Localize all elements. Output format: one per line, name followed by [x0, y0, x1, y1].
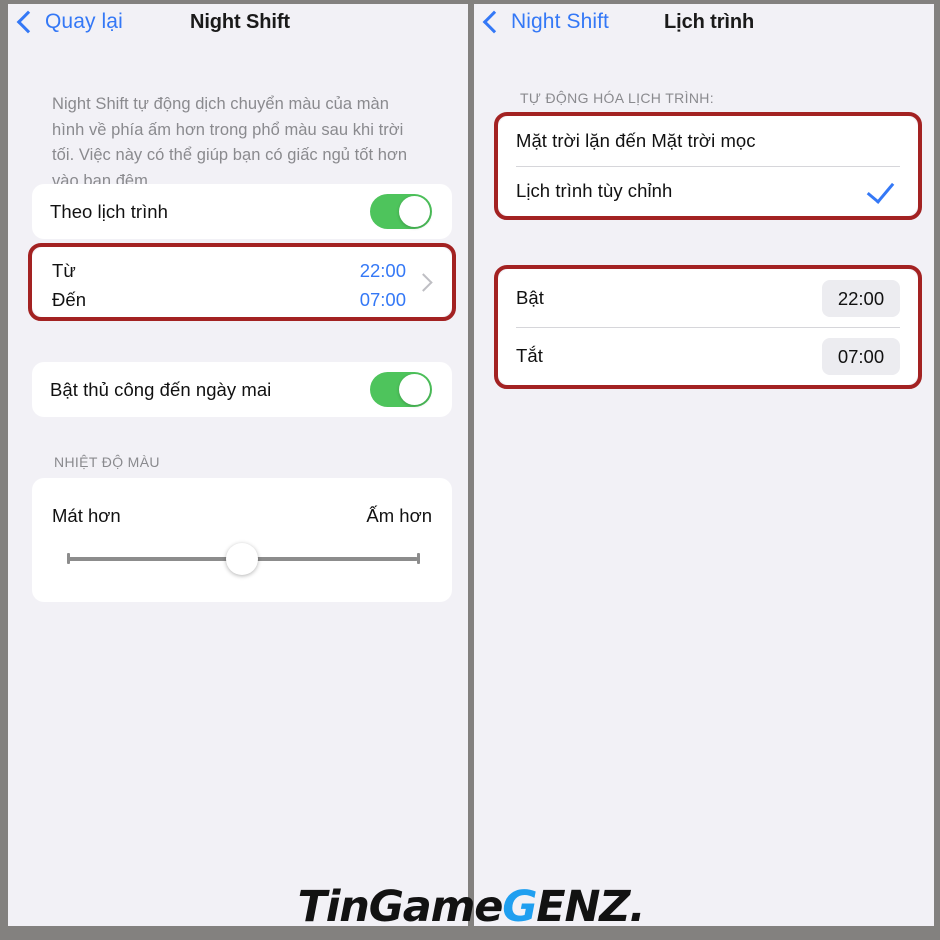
from-time-value[interactable]: 22:00 — [296, 260, 406, 282]
manual-toggle-card: Bật thủ công đến ngày mai — [32, 362, 452, 417]
schedule-on-label: Bật — [516, 287, 544, 308]
schedule-off-time-badge[interactable]: 07:00 — [822, 338, 900, 375]
outer-frame: Quay lại Night Shift Night Shift tự động… — [0, 0, 940, 940]
watermark-part-g: G — [502, 882, 537, 926]
manual-toggle-switch[interactable] — [370, 372, 432, 407]
screenshot-canvas: Quay lại Night Shift Night Shift tự động… — [8, 4, 934, 926]
left-navigation-bar: Quay lại Night Shift — [8, 4, 468, 50]
chevron-right-icon — [414, 273, 433, 292]
scheduled-toggle-card: Theo lịch trình — [32, 184, 452, 239]
cooler-label: Mát hơn — [52, 505, 121, 526]
back-button-label: Night Shift — [511, 10, 609, 33]
schedule-on-time-badge[interactable]: 22:00 — [822, 280, 900, 317]
option-sunset-to-sunrise[interactable]: Mặt trời lặn đến Mặt trời mọc — [498, 116, 918, 166]
color-temperature-card: Mát hơn Ấm hơn — [32, 478, 452, 602]
from-label: Từ — [52, 260, 76, 281]
slider-track-cap-left — [67, 553, 70, 564]
watermark-part-enz: ENZ. — [536, 882, 645, 926]
option-sunset-to-sunrise-label: Mặt trời lặn đến Mặt trời mọc — [516, 130, 756, 151]
night-shift-description: Night Shift tự động dịch chuyển màu của … — [52, 95, 408, 190]
from-to-time-card[interactable]: Từ 22:00 Đến 07:00 — [32, 247, 452, 317]
option-custom-schedule-label: Lịch trình tùy chỉnh — [516, 180, 673, 201]
page-title-night-shift: Night Shift — [190, 11, 290, 33]
automation-options-card: Mặt trời lặn đến Mặt trời mọc Lịch trình… — [498, 116, 918, 216]
schedule-settings-panel: Night Shift Lịch trình TỰ ĐỘNG HÓA LỊCH … — [474, 4, 934, 926]
toggle-knob — [399, 196, 430, 227]
slider-track-cap-right — [417, 553, 420, 564]
scheduled-toggle-switch[interactable] — [370, 194, 432, 229]
chevron-left-icon — [482, 10, 506, 34]
color-temperature-group-header: NHIỆT ĐỘ MÀU — [54, 454, 160, 470]
schedule-off-label: Tắt — [516, 345, 543, 366]
warmer-label: Ấm hơn — [366, 505, 432, 526]
scheduled-label: Theo lịch trình — [50, 200, 168, 222]
manual-label: Bật thủ công đến ngày mai — [50, 378, 272, 400]
back-button-quay-lai[interactable]: Quay lại — [16, 10, 123, 34]
automation-group-header: TỰ ĐỘNG HÓA LỊCH TRÌNH: — [520, 90, 714, 106]
watermark-part-tingame: TinGame — [297, 882, 504, 926]
right-navigation-bar: Night Shift Lịch trình — [474, 4, 934, 50]
watermark-logo: TinGameGENZ. — [8, 882, 934, 926]
to-label: Đến — [52, 289, 87, 310]
to-time-value[interactable]: 07:00 — [296, 289, 406, 311]
night-shift-settings-panel: Quay lại Night Shift Night Shift tự động… — [8, 4, 468, 926]
back-button-label: Quay lại — [45, 10, 123, 33]
schedule-times-card: Bật 22:00 Tắt 07:00 — [498, 269, 918, 385]
page-title-lich-trinh: Lịch trình — [664, 11, 755, 33]
back-button-night-shift[interactable]: Night Shift — [482, 10, 609, 34]
toggle-knob — [399, 374, 430, 405]
option-custom-schedule[interactable]: Lịch trình tùy chỉnh — [498, 166, 918, 216]
chevron-left-icon — [16, 10, 40, 34]
color-temperature-slider-knob[interactable] — [226, 543, 258, 575]
